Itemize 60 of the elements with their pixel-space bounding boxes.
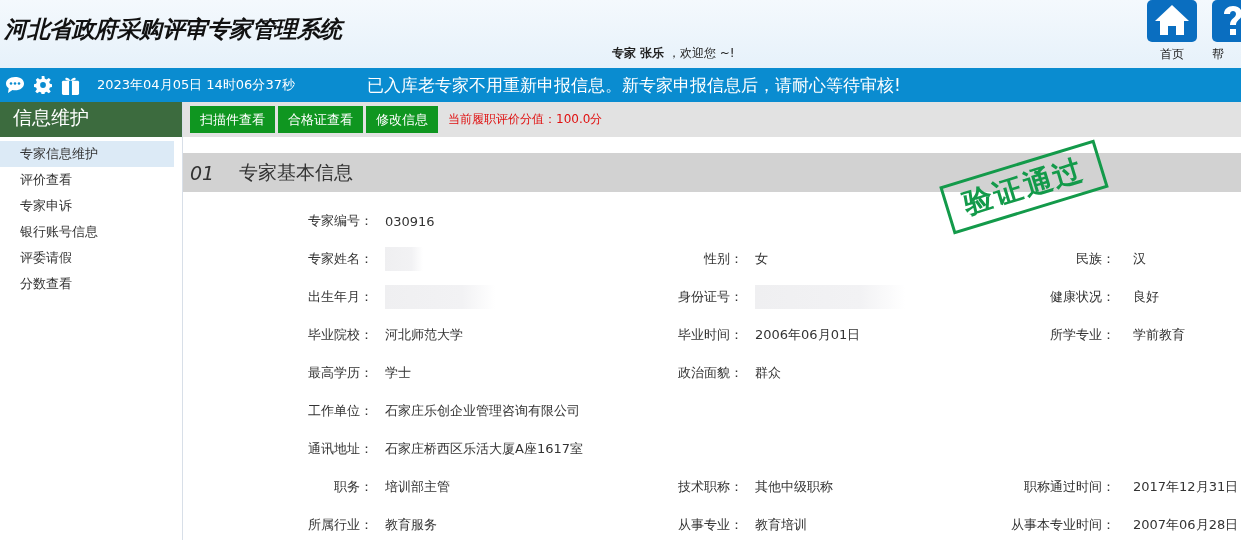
field-value: 2007年06月28日 [1133, 516, 1239, 534]
field-value: 2006年06月01日 [755, 326, 861, 344]
field-value: 教育服务 [385, 516, 437, 534]
field-value: 教育培训 [755, 516, 807, 534]
toolbar-button[interactable]: 修改信息 [366, 106, 438, 133]
field-value: 030916 [385, 213, 435, 229]
field-label: 从事专业： [678, 516, 743, 534]
welcome-text: 专家 张乐 ，欢迎您 ~! [612, 45, 735, 62]
nav-link[interactable]: 首页 [1160, 46, 1184, 63]
sidebar-item[interactable]: 专家申诉 [0, 193, 174, 219]
section-number: 01 [190, 161, 216, 184]
date-time: 2023年04月05日 14时06分37秒 [97, 76, 296, 94]
field-label: 最高学历： [308, 364, 373, 382]
field-label: 职称通过时间： [1024, 478, 1115, 496]
field-label: 工作单位： [308, 402, 373, 420]
field-value: 培训部主管 [385, 478, 450, 496]
chat-icon[interactable] [5, 76, 25, 94]
sidebar-item[interactable]: 专家信息维护 [0, 141, 174, 167]
toolbar-button[interactable]: 扫描件查看 [190, 106, 275, 133]
field-label: 出生年月： [308, 288, 373, 306]
field-label: 健康状况： [1050, 288, 1115, 306]
help-icon[interactable] [1212, 0, 1241, 42]
field-value: 其他中级职称 [755, 478, 833, 496]
section-title: 专家基本信息 [239, 159, 353, 185]
field-value: 良好 [1133, 288, 1159, 306]
field-label: 民族： [1076, 250, 1115, 268]
field-value: 汉 [1133, 250, 1146, 268]
toolbar-button[interactable]: 合格证查看 [278, 106, 363, 133]
field-label: 职务： [334, 478, 373, 496]
field-value: 女 [755, 250, 768, 268]
notice-text: 已入库老专家不用重新申报信息。新专家申报信息后，请耐心等待审核! [367, 73, 901, 97]
field-label: 身份证号： [678, 288, 743, 306]
settings-icon[interactable] [34, 76, 52, 94]
field-label: 专家姓名： [308, 250, 373, 268]
field-value: 石家庄乐创企业管理咨询有限公司 [385, 402, 580, 420]
field-label: 毕业时间： [678, 326, 743, 344]
sidebar-title: 信息维护 [0, 102, 182, 137]
score-text: 当前履职评价分值：100.0分 [448, 111, 603, 128]
field-label: 专家编号： [308, 212, 373, 230]
nav-link[interactable]: 帮 [1212, 46, 1224, 63]
field-value: 河北师范大学 [385, 326, 463, 344]
field-value: 2017年12月31日 [1133, 478, 1239, 496]
field-label: 所属行业： [308, 516, 373, 534]
sidebar-item[interactable]: 银行账号信息 [0, 219, 174, 245]
field-label: 通讯地址： [308, 440, 373, 458]
gift-icon[interactable] [61, 75, 80, 95]
sidebar-item[interactable]: 评委请假 [0, 245, 174, 271]
sidebar-item[interactable]: 评价查看 [0, 167, 174, 193]
field-value: 学前教育 [1133, 326, 1185, 344]
field-value: 石家庄桥西区乐活大厦A座1617室 [385, 440, 583, 458]
home-icon[interactable] [1147, 0, 1197, 42]
field-value: 学士 [385, 364, 411, 382]
field-label: 政治面貌： [678, 364, 743, 382]
field-label: 从事本专业时间： [1011, 516, 1115, 534]
field-label: 所学专业： [1050, 326, 1115, 344]
field-label: 毕业院校： [308, 326, 373, 344]
field-value: 群众 [755, 364, 781, 382]
sidebar-item[interactable]: 分数查看 [0, 271, 174, 297]
field-label: 技术职称： [678, 478, 743, 496]
field-label: 性别： [704, 250, 743, 268]
